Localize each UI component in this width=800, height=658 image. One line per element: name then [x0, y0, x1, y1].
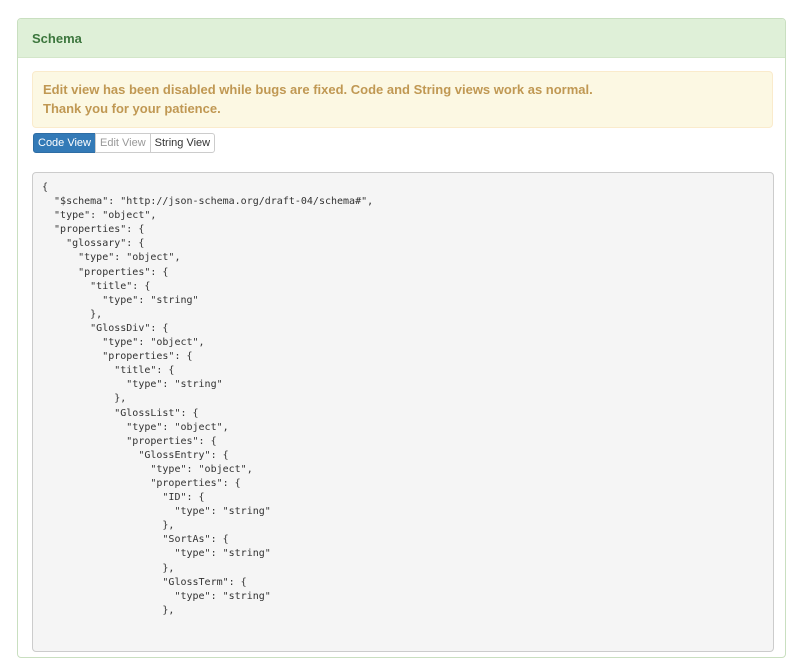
code-line: "type": "string": [42, 294, 199, 306]
code-line: "SortAs": {: [42, 534, 229, 546]
code-line: "GlossDiv": {: [42, 322, 169, 334]
warning-alert: Edit view has been disabled while bugs a…: [32, 71, 773, 128]
code-line: "glossary": {: [42, 238, 145, 250]
code-line: "type": "string": [42, 379, 223, 391]
code-line: "GlossTerm": {: [42, 576, 247, 588]
code-line: },: [42, 308, 103, 320]
code-line: "type": "string": [42, 506, 271, 518]
view-toggle-group: Code View Edit View String View: [33, 133, 216, 153]
code-line: {: [42, 182, 49, 193]
panel-title: Schema: [32, 30, 82, 46]
code-line: "properties": {: [42, 435, 217, 447]
code-line: "GlossEntry": {: [42, 449, 229, 461]
code-line: "type": "string": [42, 548, 271, 560]
code-line: "title": {: [42, 280, 151, 292]
schema-code: { "$schema": "http://json-schema.org/dra…: [42, 181, 764, 618]
code-editor[interactable]: { "$schema": "http://json-schema.org/dra…: [32, 172, 774, 652]
code-line: "type": "object",: [42, 421, 229, 433]
code-line: "$schema": "http://json-schema.org/draft…: [42, 196, 374, 208]
code-line: },: [42, 604, 175, 616]
code-line: },: [42, 520, 175, 532]
alert-line-1: Edit view has been disabled while bugs a…: [43, 82, 593, 97]
code-line: "type": "object",: [42, 337, 205, 349]
code-line: "title": {: [42, 365, 175, 377]
code-line: },: [42, 562, 175, 574]
panel-heading: Schema: [18, 19, 785, 58]
code-line: "type": "string": [42, 590, 271, 602]
code-line: "type": "object",: [42, 252, 181, 264]
code-line: "properties": {: [42, 351, 193, 363]
edit-view-button[interactable]: Edit View: [95, 133, 151, 153]
code-line: "properties": {: [42, 266, 169, 278]
code-line: "properties": {: [42, 224, 145, 236]
alert-line-2: Thank you for your patience.: [43, 100, 221, 116]
code-line: },: [42, 393, 127, 405]
code-line: "type": "object",: [42, 210, 157, 222]
string-view-button[interactable]: String View: [149, 133, 216, 153]
code-line: "GlossList": {: [42, 407, 199, 419]
code-line: "type": "object",: [42, 463, 253, 475]
schema-panel: Schema Edit view has been disabled while…: [17, 18, 786, 658]
code-line: "properties": {: [42, 477, 241, 489]
code-view-button[interactable]: Code View: [33, 133, 96, 153]
code-line: "ID": {: [42, 492, 205, 504]
